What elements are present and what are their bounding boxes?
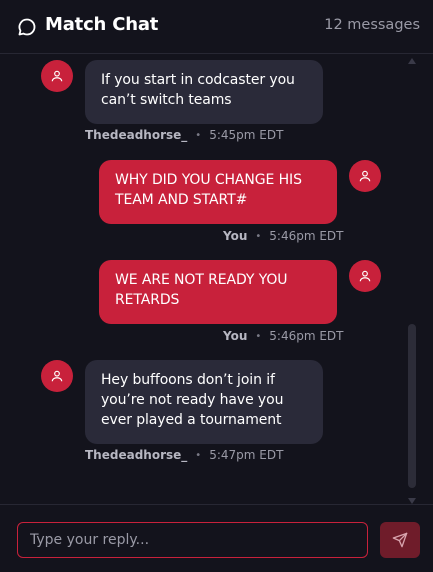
scroll-up-arrow-icon[interactable] — [408, 58, 416, 64]
user-icon — [51, 370, 63, 382]
meta-separator: • — [195, 449, 202, 461]
message-bubble: WE ARE NOT READY YOU RETARDS — [99, 260, 337, 324]
chat-title: Match Chat — [45, 14, 159, 35]
message-bubble: If you start in codcaster you can’t swit… — [85, 60, 323, 124]
reply-composer — [0, 504, 433, 572]
message-list[interactable]: If you start in codcaster you can’t swit… — [0, 54, 433, 504]
message-sender: You — [223, 329, 248, 343]
scrollbar-thumb[interactable] — [408, 324, 416, 488]
avatar — [41, 360, 73, 392]
message-meta: You • 5:46pm EDT — [223, 229, 344, 243]
send-button[interactable] — [380, 522, 420, 558]
message-sender: You — [223, 229, 248, 243]
message-time: 5:46pm EDT — [269, 329, 344, 343]
message-meta: Thedeadhorse_ • 5:45pm EDT — [85, 128, 283, 142]
meta-separator: • — [255, 330, 262, 342]
user-icon — [359, 170, 371, 182]
meta-separator: • — [195, 129, 202, 141]
message-sender: Thedeadhorse_ — [85, 128, 188, 142]
message-sender: Thedeadhorse_ — [85, 448, 188, 462]
message-time: 5:46pm EDT — [269, 229, 344, 243]
message-time: 5:45pm EDT — [209, 128, 284, 142]
message-bubble: WHY DID YOU CHANGE HIS TEAM AND START# — [99, 160, 337, 224]
meta-separator: • — [255, 230, 262, 242]
chat-bubble-icon — [17, 17, 37, 37]
chat-header: Match Chat 12 messages — [0, 0, 433, 54]
user-icon — [359, 270, 371, 282]
message-meta: You • 5:46pm EDT — [223, 329, 344, 343]
message-time: 5:47pm EDT — [209, 448, 284, 462]
message-count: 12 messages — [324, 17, 420, 33]
reply-input[interactable] — [17, 522, 368, 558]
avatar — [349, 160, 381, 192]
scrollbar[interactable] — [405, 58, 419, 504]
avatar — [41, 60, 73, 92]
message-bubble: Hey buffoons don’t join if you’re not re… — [85, 360, 323, 444]
message-meta: Thedeadhorse_ • 5:47pm EDT — [85, 448, 283, 462]
send-icon — [392, 532, 408, 548]
avatar — [349, 260, 381, 292]
user-icon — [51, 70, 63, 82]
